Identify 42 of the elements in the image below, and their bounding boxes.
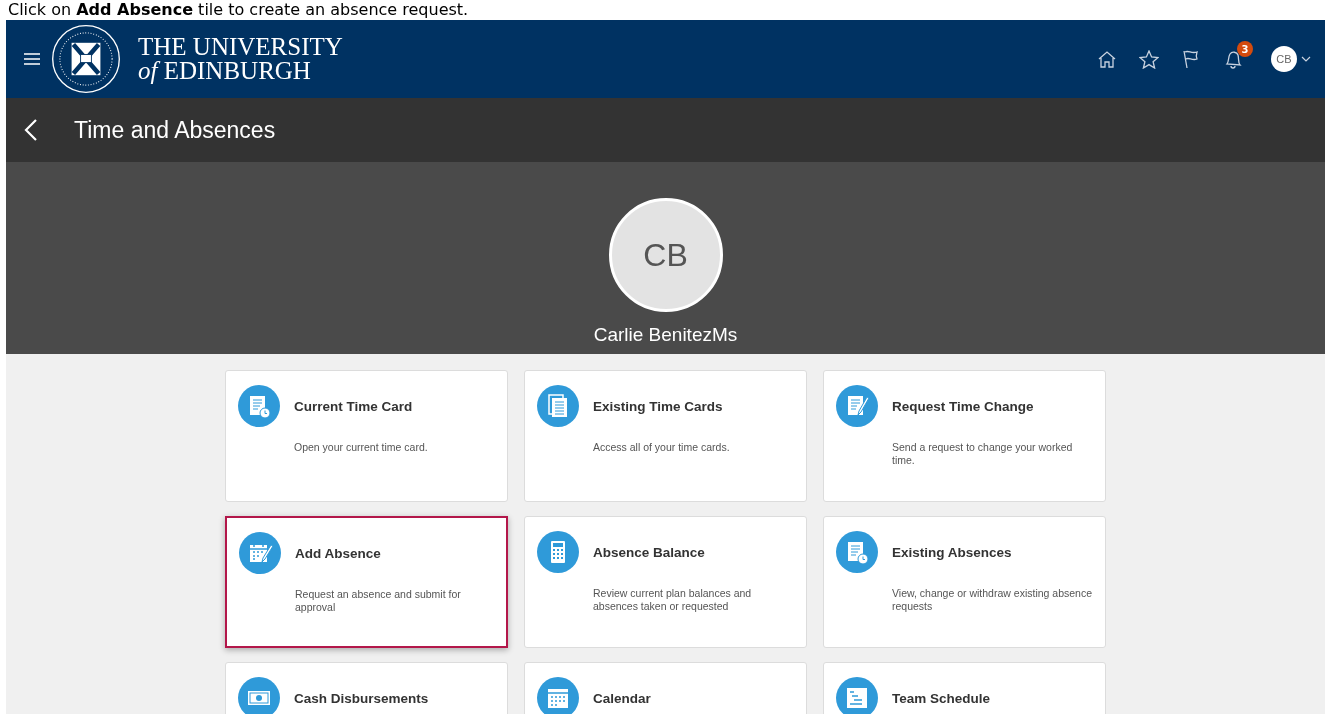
calendar-edit-icon (239, 532, 281, 574)
tile-description: View, change or withdraw existing absence requests (892, 587, 1093, 613)
caret-icon (1301, 56, 1311, 62)
app-tile[interactable]: Existing Time Cards Access all of your time cards. (524, 370, 807, 502)
tile-description: Open your current time card. (294, 441, 429, 454)
app-tile[interactable]: Absence Balance Review current plan balances and absences taken or requested (524, 516, 807, 648)
notification-badge: 3 (1237, 41, 1253, 57)
tile-description: Access all of your time cards. (593, 441, 731, 454)
tile-title: Absence Balance (593, 544, 705, 560)
cards-icon (537, 385, 579, 427)
app-tile[interactable]: Current Time Card Open your current time card. (225, 370, 508, 502)
cash-icon (238, 677, 280, 714)
app-tile[interactable]: Existing Absences View, change or withdraw existing absence requests (823, 516, 1106, 648)
tile-title: Request Time Change (892, 398, 1034, 414)
crest-logo-icon (50, 23, 122, 95)
app-tile[interactable]: Cash Disbursements (225, 662, 508, 714)
tile-title: Cash Disbursements (294, 690, 429, 706)
profile-name: Carlie BenitezMs (593, 324, 738, 346)
schedule-icon (836, 677, 878, 714)
calculator-icon (537, 531, 579, 573)
page-title: Time and Absences (74, 116, 276, 144)
timecard-icon (238, 385, 280, 427)
timecard-icon (836, 531, 878, 573)
tile-description: Send a request to change your worked time. (892, 441, 1074, 467)
tile-title: Existing Absences (892, 544, 1012, 560)
app-tile[interactable]: Calendar (524, 662, 807, 714)
edit-icon (836, 385, 878, 427)
tile-title: Existing Time Cards (593, 398, 723, 414)
avatar: CB (608, 198, 723, 312)
tile-description: Review current plan balances and absences taken or requested (593, 587, 753, 613)
tile-title: Team Schedule (892, 690, 991, 706)
logo-text: THE UNIVERSITY (138, 35, 343, 59)
tile-title: Current Time Card (294, 398, 413, 414)
tile-description: Request an absence and submit for approval (295, 588, 462, 614)
tile-title: Calendar (593, 690, 651, 706)
logo-text: of EDINBURGH (138, 59, 312, 83)
calendar-icon (537, 677, 579, 714)
app-tile[interactable]: Request Time Change Send a request to change your worked time. (823, 370, 1106, 502)
app-tile[interactable]: Add Absence Request an absence and submit for approval (225, 516, 508, 648)
tile-title: Add Absence (295, 545, 381, 561)
app-tile[interactable]: Team Schedule (823, 662, 1106, 714)
instruction-text: Click on Add Absence tile to create an absence request. (7, 0, 470, 20)
